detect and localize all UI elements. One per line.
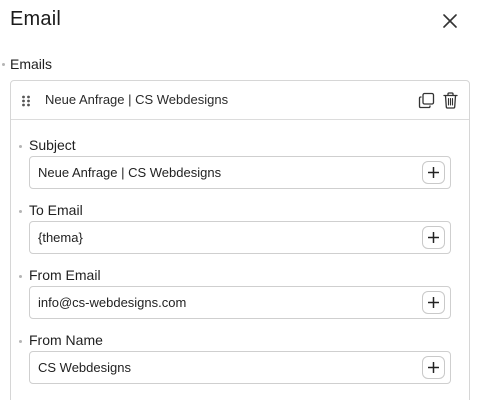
to-email-label: To Email	[29, 202, 83, 218]
duplicate-button[interactable]	[416, 90, 436, 110]
bullet-dot	[19, 210, 22, 213]
bullet-dot	[19, 145, 22, 148]
to-email-insert-button[interactable]	[422, 226, 445, 249]
email-panel: Email Emails Neue Anfrage | CS Webdesign…	[0, 0, 481, 400]
subject-insert-button[interactable]	[422, 161, 445, 184]
trash-icon	[442, 91, 458, 109]
from-name-input[interactable]	[38, 352, 408, 383]
from-name-label: From Name	[29, 332, 103, 348]
from-name-insert-button[interactable]	[422, 356, 445, 379]
from-email-field	[29, 286, 451, 319]
from-email-label: From Email	[29, 267, 101, 283]
drag-handle-icon	[22, 95, 30, 107]
close-button[interactable]	[438, 9, 462, 33]
to-email-input[interactable]	[38, 222, 408, 253]
plus-icon	[428, 167, 439, 178]
subject-input[interactable]	[38, 157, 408, 188]
delete-button[interactable]	[440, 90, 460, 110]
from-email-input[interactable]	[38, 287, 408, 318]
emails-section-label: Emails	[10, 56, 53, 72]
plus-icon	[428, 232, 439, 243]
bullet-dot	[19, 340, 22, 343]
plus-icon	[428, 362, 439, 373]
plus-icon	[428, 297, 439, 308]
to-email-field	[29, 221, 451, 254]
close-icon	[443, 14, 457, 28]
email-item-title: Neue Anfrage | CS Webdesigns	[45, 92, 229, 107]
subject-field	[29, 156, 451, 189]
panel-header: Email	[0, 0, 481, 42]
bullet-dot	[2, 63, 5, 66]
drag-handle[interactable]	[21, 94, 31, 107]
subject-label: Subject	[29, 137, 76, 153]
bullet-dot	[19, 275, 22, 278]
duplicate-icon	[418, 92, 434, 108]
page-title: Email	[10, 8, 62, 30]
email-item-header[interactable]: Neue Anfrage | CS Webdesigns	[11, 81, 469, 120]
from-name-field	[29, 351, 451, 384]
from-email-insert-button[interactable]	[422, 291, 445, 314]
